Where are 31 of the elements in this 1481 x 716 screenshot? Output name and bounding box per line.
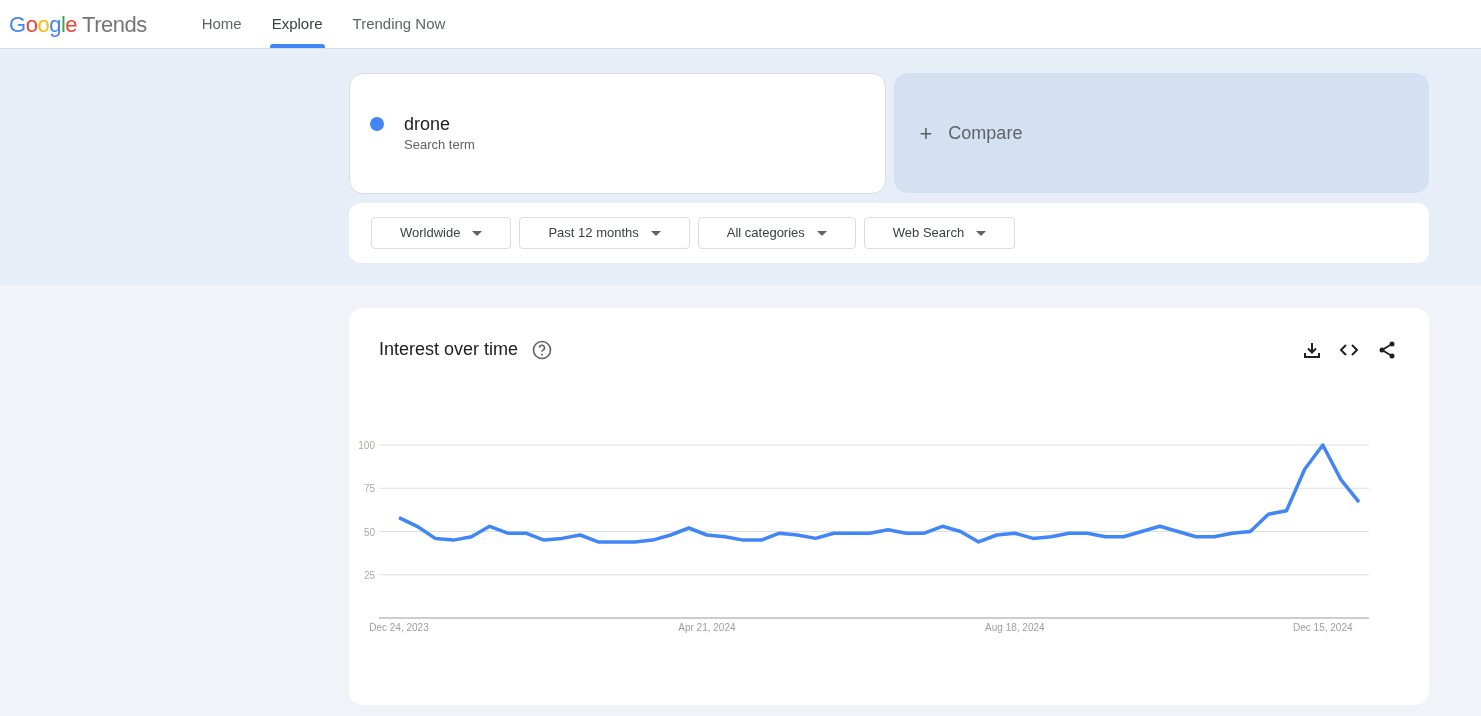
app-logo[interactable]: Google Trends — [9, 0, 147, 48]
nav-tab[interactable]: Trending Now — [338, 0, 460, 48]
y-tick-label: 50 — [363, 526, 375, 538]
active-tab-indicator — [269, 44, 325, 48]
nav-tab[interactable]: Home — [187, 0, 256, 48]
y-tick-label: 100 — [358, 440, 375, 451]
filter-dropdown[interactable]: Past 12 months — [519, 217, 690, 249]
dropdown-caret-icon — [816, 230, 827, 236]
download-icon[interactable] — [1303, 340, 1321, 359]
x-tick-label: Aug 18, 2024 — [985, 622, 1045, 633]
search-term-card[interactable]: drone Search term — [349, 73, 886, 194]
filter-dropdown[interactable]: Web Search — [863, 217, 1016, 249]
dropdown-caret-icon — [976, 230, 987, 236]
dropdown-caret-icon — [472, 230, 483, 236]
x-tick-label: Dec 15, 2024 — [1293, 622, 1353, 633]
compare-button[interactable]: + Compare — [893, 73, 1429, 193]
filter-dropdown[interactable]: Worldwide — [371, 217, 512, 249]
chart-title: Interest over time — [379, 338, 519, 361]
y-tick-label: 25 — [363, 569, 375, 581]
help-icon[interactable] — [532, 339, 553, 360]
x-tick-label: Apr 21, 2024 — [678, 622, 736, 633]
share-icon[interactable] — [1377, 339, 1397, 360]
y-tick-label: 75 — [363, 483, 375, 495]
x-tick-label: Dec 24, 2023 — [369, 622, 429, 633]
search-term-caption: Search term — [404, 135, 475, 154]
dropdown-caret-icon — [650, 230, 661, 236]
search-term-value: drone — [404, 112, 452, 135]
nav-tab[interactable]: Explore — [257, 0, 337, 48]
filter-dropdown[interactable]: All categories — [697, 217, 856, 249]
embed-code-icon[interactable] — [1339, 341, 1359, 358]
plus-icon: + — [919, 116, 933, 150]
